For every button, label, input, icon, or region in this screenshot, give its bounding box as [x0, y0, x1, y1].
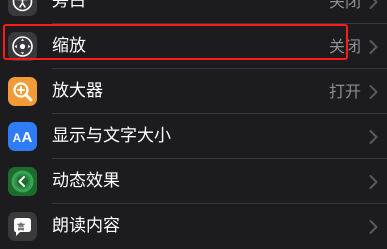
settings-item-magnifier[interactable]: 放大器 打开	[0, 69, 387, 114]
settings-item-zoom[interactable]: 缩放 关闭	[0, 24, 387, 69]
settings-item-label: 缩放	[52, 36, 86, 56]
settings-item-label: 朗读内容	[52, 216, 120, 236]
settings-item-voiceover[interactable]: 旁白 关闭	[0, 0, 387, 24]
accessibility-settings-list: 旁白 关闭 缩放 关闭 放大器 打开 A A 显示与文字大小 动态效果 言 朗读…	[0, 0, 387, 249]
spoken-content-icon: 言	[8, 212, 37, 241]
settings-item-label: 动态效果	[52, 171, 120, 191]
settings-item-spoken-content[interactable]: 言 朗读内容	[0, 204, 387, 249]
chevron-right-icon	[369, 130, 378, 144]
settings-item-label: 放大器	[52, 81, 103, 101]
settings-item-label: 显示与文字大小	[52, 126, 171, 146]
chevron-right-icon	[369, 220, 378, 234]
magnifier-icon	[8, 77, 37, 106]
chevron-right-icon	[369, 175, 378, 189]
settings-item-display-text-size[interactable]: A A 显示与文字大小	[0, 114, 387, 159]
svg-text:言: 言	[17, 222, 25, 232]
settings-item-value: 关闭	[328, 37, 361, 56]
voiceover-icon	[8, 0, 37, 16]
settings-item-label: 旁白	[52, 0, 86, 11]
settings-item-motion[interactable]: 动态效果	[0, 159, 387, 204]
settings-item-value: 打开	[328, 82, 361, 101]
chevron-right-icon	[369, 0, 378, 9]
display-text-size-icon: A A	[8, 122, 37, 151]
chevron-right-icon	[369, 40, 378, 54]
motion-icon	[8, 167, 37, 196]
svg-text:A: A	[13, 131, 22, 145]
chevron-right-icon	[369, 85, 378, 99]
zoom-icon	[8, 32, 37, 61]
settings-item-value: 关闭	[328, 0, 361, 11]
svg-text:A: A	[22, 129, 33, 146]
